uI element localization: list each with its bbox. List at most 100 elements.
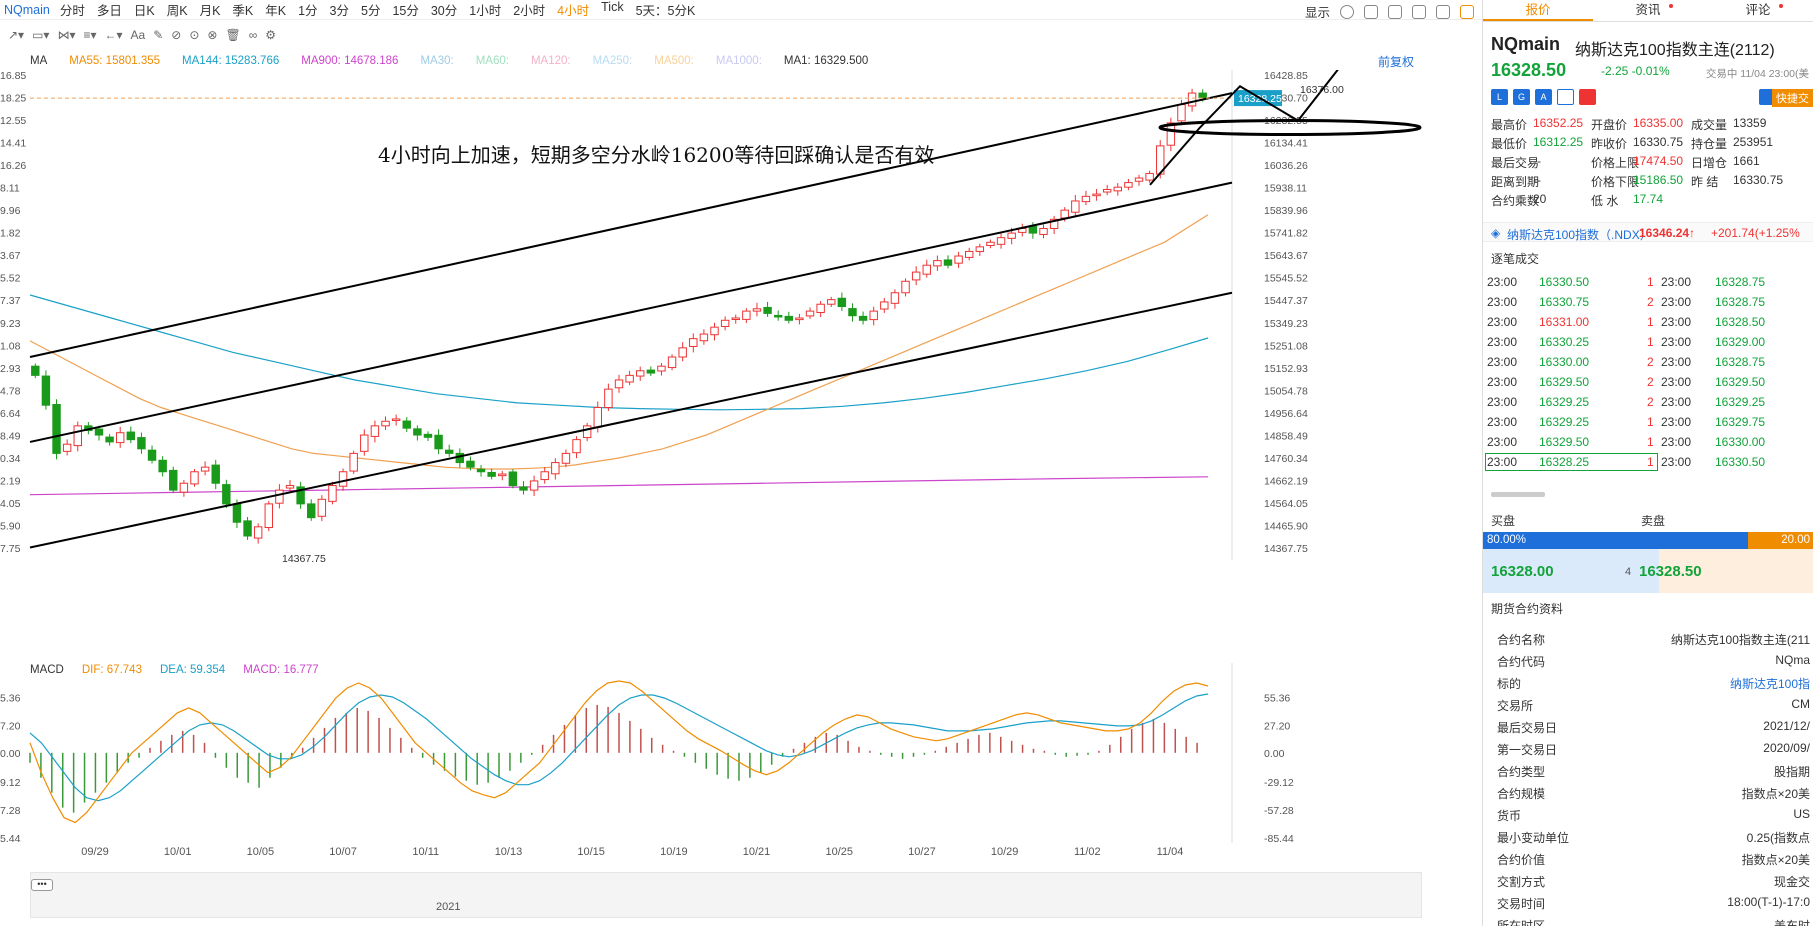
line-tool-icon[interactable]: ↗▾ [8,28,24,42]
macd-left-tick: 0.00 [0,748,21,760]
period-8[interactable]: 3分 [330,0,349,19]
info-key: 最小变动单位 [1497,831,1570,845]
panel-toggle-icon[interactable] [1460,4,1474,19]
panel-tab-2[interactable]: 评论 [1703,0,1813,21]
candle-body [657,365,666,372]
fib-tool-icon[interactable]: ≡▾ [83,28,96,42]
stat-value: 253951 [1733,135,1774,149]
left-tick: 2.93 [0,363,21,375]
drawing-toolbar: ↗▾ ▭▾ ⋈▾ ≡▾ ←▾ Aa ✎ ⊘ ⊙ ⊗ 🗑 ∞ ⚙ [0,24,1482,46]
tick-row[interactable]: 23:00 16330.00 2 23:00 16328.75 [1483,352,1813,372]
tick-row[interactable]: 23:00 16330.50 1 23:00 16328.75 [1483,272,1813,292]
tick-row[interactable]: 23:00 16329.25 2 23:00 16329.25 [1483,392,1813,412]
chart-annotation[interactable]: 4小时向上加速，短期多空分水岭16200等待回踩确认是否有效 [378,143,934,167]
channel-line[interactable] [29,181,1233,443]
pattern-tool-icon[interactable]: ⋈▾ [57,28,75,42]
badge-icon-0[interactable]: L [1491,89,1508,105]
candle-body [519,486,528,491]
symbol-link[interactable]: NQmain [4,3,50,17]
badge-icon-4[interactable]: ♥ [1579,89,1596,105]
date-label: 10/29 [990,846,1019,858]
candle-body [604,388,613,408]
hide-icon[interactable]: ⊗ [207,28,217,42]
period-3[interactable]: 周K [167,0,188,19]
y-tick: 15839.96 [1264,205,1308,217]
shape-tool-icon[interactable]: ▭▾ [32,28,49,42]
date-axis: 09/29 10/01 10/05 10/07 10/11 10/13 10/15 10/19… [0,846,1425,862]
period-6[interactable]: 年K [265,0,286,19]
period-15[interactable]: Tick [601,0,623,19]
fullscreen-icon[interactable] [1436,4,1450,19]
stat-value: 20 [1533,192,1547,206]
link-icon[interactable]: ∞ [249,28,258,42]
period-5[interactable]: 季K [232,0,253,19]
layout-icon[interactable] [1364,4,1378,19]
arrow-tool-icon[interactable]: ←▾ [105,28,123,42]
macd-chart[interactable]: 55.36 5.36 27.20 7.20 0.00 0.00 -29.12 9.12 -57.… [0,663,1482,843]
tick-row[interactable]: 23:00 16331.00 1 23:00 16328.50 [1483,312,1813,332]
stat-key: 昨收价 [1591,137,1628,151]
underlying-index-row[interactable]: ◈ 纳斯达克100指数（.NDX） 16346.24↑ +201.74(+1.2… [1483,222,1813,242]
candle-body [880,301,889,310]
camera-icon[interactable] [1388,4,1402,19]
tick-row[interactable]: 23:00 16329.50 1 23:00 16330.00 [1483,432,1813,452]
panel-tab-1[interactable]: 资讯 [1593,0,1703,21]
period-12[interactable]: 1小时 [469,0,501,19]
edit-icon[interactable] [1412,4,1426,19]
ma-label[interactable]: MA [30,55,47,67]
tick-row[interactable]: 23:00 16328.25 1 23:00 16330.50 [1483,452,1813,472]
left-tick: 6.64 [0,408,21,420]
macd-y-tick: -85.44 [1264,833,1294,843]
candle-body [848,308,857,317]
magnet-icon[interactable]: ⊘ [171,28,181,42]
time-navigator[interactable]: ••• 2021 [30,872,1422,918]
stat-key: 持仓量 [1691,137,1728,151]
y-tick: 14858.49 [1264,430,1308,442]
period-16[interactable]: 5天：5分K [636,0,696,19]
badge-icon-1[interactable]: G [1513,89,1530,105]
draw-settings-icon[interactable]: ⚙ [265,28,276,42]
delete-icon[interactable]: 🗑 [225,28,240,42]
info-value[interactable]: 纳斯达克100指 [1730,675,1810,692]
navigator-menu-button[interactable]: ••• [31,879,53,891]
tick-row[interactable]: 23:00 16330.25 1 23:00 16329.00 [1483,332,1813,352]
date-label: 10/27 [908,846,936,858]
channel-line[interactable] [29,291,1233,549]
quick-trade-button[interactable]: 快捷交 [1772,89,1813,107]
adjustment-button[interactable]: 前复权 [1378,53,1414,70]
period-14[interactable]: 4小时 [557,0,589,19]
y-tick: 16036.26 [1264,160,1308,172]
candle-body [444,449,454,454]
book-ratio-bar: 80.00% 20.00 [1483,532,1813,549]
period-9[interactable]: 5分 [361,0,380,19]
lock-icon[interactable]: ⊙ [189,28,199,42]
tick-price: 16330.75 [1539,295,1590,309]
badge-icon-3[interactable] [1557,89,1574,105]
display-dropdown[interactable]: 显示 [1305,2,1330,21]
tick-row[interactable]: 23:00 16329.25 1 23:00 16329.75 [1483,412,1813,432]
panel-tab-label: 资讯 [1635,3,1661,17]
tick-price: 16329.25 [1539,415,1590,429]
badge-icon-2[interactable]: A [1535,89,1552,105]
period-11[interactable]: 30分 [431,0,457,19]
settings-icon[interactable] [1340,4,1354,19]
period-0[interactable]: 分时 [60,0,85,19]
panel-tab-0[interactable]: 报价 [1483,0,1593,21]
period-2[interactable]: 日K [134,0,155,19]
tick-row[interactable]: 23:00 16330.75 2 23:00 16328.75 [1483,292,1813,312]
period-1[interactable]: 多日 [97,0,122,19]
text-tool-icon[interactable]: Aa [131,28,146,42]
measure-tool-icon[interactable]: ✎ [153,28,163,42]
tick-row[interactable]: 23:00 16329.50 2 23:00 16329.50 [1483,372,1813,392]
tick-scrollbar[interactable] [1491,492,1545,497]
stat-value: 16335.00 [1633,116,1684,130]
price-chart[interactable]: 16428.8516330.7016232.5516134.4116036.26… [0,70,1482,570]
candle-body [232,503,242,523]
period-10[interactable]: 15分 [392,0,418,19]
period-7[interactable]: 1分 [298,0,317,19]
contract-info-row: 交易所 CM [1483,694,1813,716]
period-4[interactable]: 月K [200,0,221,19]
period-13[interactable]: 2小时 [513,0,545,19]
navigator-year: 2021 [436,901,461,913]
y-tick: 15349.23 [1264,318,1308,330]
